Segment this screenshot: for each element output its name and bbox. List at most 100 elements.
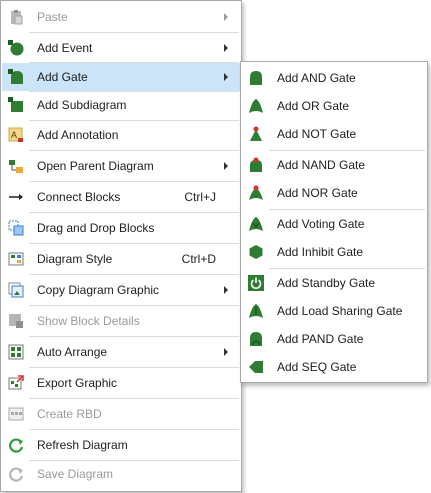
menu-item-diagram-style[interactable]: Diagram Style Ctrl+D bbox=[2, 245, 240, 273]
nor-gate-icon bbox=[248, 185, 264, 201]
separator bbox=[29, 429, 239, 430]
menu-item-label: Refresh Diagram bbox=[37, 438, 128, 452]
copy-graphic-icon bbox=[8, 282, 24, 298]
submenu-item-label: Add Standby Gate bbox=[277, 276, 376, 290]
menu-item-label: Add Subdiagram bbox=[37, 98, 127, 112]
auto-arrange-icon bbox=[8, 344, 24, 360]
submenu-arrow-icon bbox=[224, 73, 228, 81]
voting-gate-icon bbox=[248, 216, 264, 232]
submenu-item-voting-gate[interactable]: Add Voting Gate bbox=[242, 210, 426, 238]
menu-item-label: Drag and Drop Blocks bbox=[37, 221, 155, 235]
submenu-item-label: Add SEQ Gate bbox=[277, 360, 357, 374]
submenu-item-pand-gate[interactable]: Add PAND Gate bbox=[242, 325, 426, 353]
menu-item-connect-blocks[interactable]: Connect Blocks Ctrl+J bbox=[2, 183, 240, 211]
submenu-item-load-sharing-gate[interactable]: Add Load Sharing Gate bbox=[242, 297, 426, 325]
submenu-item-standby-gate[interactable]: Add Standby Gate bbox=[242, 269, 426, 297]
menu-item-add-gate[interactable]: Add Gate bbox=[2, 63, 240, 91]
submenu-item-and-gate[interactable]: Add AND Gate bbox=[242, 64, 426, 92]
submenu-item-seq-gate[interactable]: Add SEQ Gate bbox=[242, 353, 426, 381]
gate-submenu: Add AND Gate Add OR Gate Add NOT Gate Ad… bbox=[240, 61, 428, 383]
separator bbox=[29, 150, 239, 151]
menu-item-copy-diagram-graphic[interactable]: Copy Diagram Graphic bbox=[2, 276, 240, 304]
nand-gate-icon bbox=[248, 157, 264, 173]
submenu-item-not-gate[interactable]: Add NOT Gate bbox=[242, 120, 426, 148]
menu-item-label: Save Diagram bbox=[37, 467, 114, 481]
menu-item-label: Show Block Details bbox=[37, 314, 140, 328]
submenu-arrow-icon bbox=[224, 13, 228, 21]
annotation-icon: A bbox=[8, 127, 24, 143]
or-gate-icon bbox=[248, 98, 264, 114]
separator bbox=[29, 32, 239, 33]
submenu-arrow-icon bbox=[224, 348, 228, 356]
submenu-arrow-icon bbox=[224, 286, 228, 294]
create-rbd-icon bbox=[8, 406, 24, 422]
submenu-item-label: Add Voting Gate bbox=[277, 217, 365, 231]
menu-item-label: Auto Arrange bbox=[37, 345, 108, 359]
separator bbox=[29, 274, 239, 275]
separator bbox=[29, 243, 239, 244]
standby-gate-icon bbox=[248, 275, 264, 291]
context-menu: Paste Add Event Add Gate Add Subdiagram … bbox=[0, 0, 242, 492]
submenu-item-inhibit-gate[interactable]: Add Inhibit Gate bbox=[242, 238, 426, 266]
submenu-arrow-icon bbox=[224, 162, 228, 170]
diagram-style-icon bbox=[8, 251, 24, 267]
menu-item-label: Add Annotation bbox=[37, 128, 119, 142]
submenu-item-label: Add PAND Gate bbox=[277, 332, 364, 346]
menu-item-show-block-details[interactable]: Show Block Details bbox=[2, 307, 240, 335]
menu-item-create-rbd[interactable]: Create RBD bbox=[2, 400, 240, 428]
submenu-arrow-icon bbox=[224, 44, 228, 52]
menu-item-shortcut: Ctrl+D bbox=[181, 252, 216, 266]
submenu-item-label: Add Inhibit Gate bbox=[277, 245, 364, 259]
submenu-item-label: Add AND Gate bbox=[277, 71, 356, 85]
load-sharing-gate-icon bbox=[248, 303, 264, 319]
menu-item-label: Export Graphic bbox=[37, 376, 118, 390]
menu-item-label: Open Parent Diagram bbox=[37, 159, 154, 173]
separator bbox=[29, 305, 239, 306]
separator bbox=[29, 398, 239, 399]
menu-item-shortcut: Ctrl+J bbox=[184, 190, 216, 204]
menu-item-label: Paste bbox=[37, 10, 68, 24]
submenu-item-label: Add OR Gate bbox=[277, 99, 350, 113]
export-graphic-icon bbox=[8, 375, 24, 391]
subdiagram-icon bbox=[8, 97, 24, 113]
block-details-icon bbox=[8, 313, 24, 329]
menu-item-label: Copy Diagram Graphic bbox=[37, 283, 160, 297]
connect-arrow-icon bbox=[8, 189, 24, 205]
parent-diagram-icon bbox=[8, 158, 24, 174]
menu-item-add-subdiagram[interactable]: Add Subdiagram bbox=[2, 91, 240, 119]
menu-item-refresh-diagram[interactable]: Refresh Diagram bbox=[2, 431, 240, 459]
save-icon bbox=[8, 466, 24, 482]
submenu-item-nand-gate[interactable]: Add NAND Gate bbox=[242, 151, 426, 179]
svg-text:A: A bbox=[11, 130, 17, 140]
submenu-item-label: Add NOT Gate bbox=[277, 127, 357, 141]
separator bbox=[29, 336, 239, 337]
gate-icon bbox=[8, 69, 24, 85]
menu-item-auto-arrange[interactable]: Auto Arrange bbox=[2, 338, 240, 366]
drag-drop-icon bbox=[8, 220, 24, 236]
not-gate-icon bbox=[248, 126, 264, 142]
submenu-item-nor-gate[interactable]: Add NOR Gate bbox=[242, 179, 426, 207]
menu-item-paste[interactable]: Paste bbox=[2, 3, 240, 31]
menu-item-open-parent-diagram[interactable]: Open Parent Diagram bbox=[2, 152, 240, 180]
paste-icon bbox=[8, 9, 24, 25]
menu-item-add-annotation[interactable]: A Add Annotation bbox=[2, 121, 240, 149]
inhibit-gate-icon bbox=[248, 244, 264, 260]
menu-item-label: Add Event bbox=[37, 41, 93, 55]
menu-item-drag-drop-blocks[interactable]: Drag and Drop Blocks bbox=[2, 214, 240, 242]
and-gate-icon bbox=[248, 70, 264, 86]
menu-item-add-event[interactable]: Add Event bbox=[2, 34, 240, 62]
menu-item-export-graphic[interactable]: Export Graphic bbox=[2, 369, 240, 397]
submenu-item-or-gate[interactable]: Add OR Gate bbox=[242, 92, 426, 120]
separator bbox=[29, 212, 239, 213]
separator bbox=[29, 367, 239, 368]
menu-item-save-diagram[interactable]: Save Diagram bbox=[2, 460, 240, 488]
submenu-item-label: Add NAND Gate bbox=[277, 158, 366, 172]
separator bbox=[29, 181, 239, 182]
pand-gate-icon bbox=[248, 331, 264, 347]
submenu-item-label: Add NOR Gate bbox=[277, 186, 358, 200]
menu-item-label: Create RBD bbox=[37, 407, 102, 421]
refresh-icon bbox=[8, 437, 24, 453]
submenu-item-label: Add Load Sharing Gate bbox=[277, 304, 403, 318]
menu-item-label: Add Gate bbox=[37, 70, 88, 84]
event-icon bbox=[8, 40, 24, 56]
